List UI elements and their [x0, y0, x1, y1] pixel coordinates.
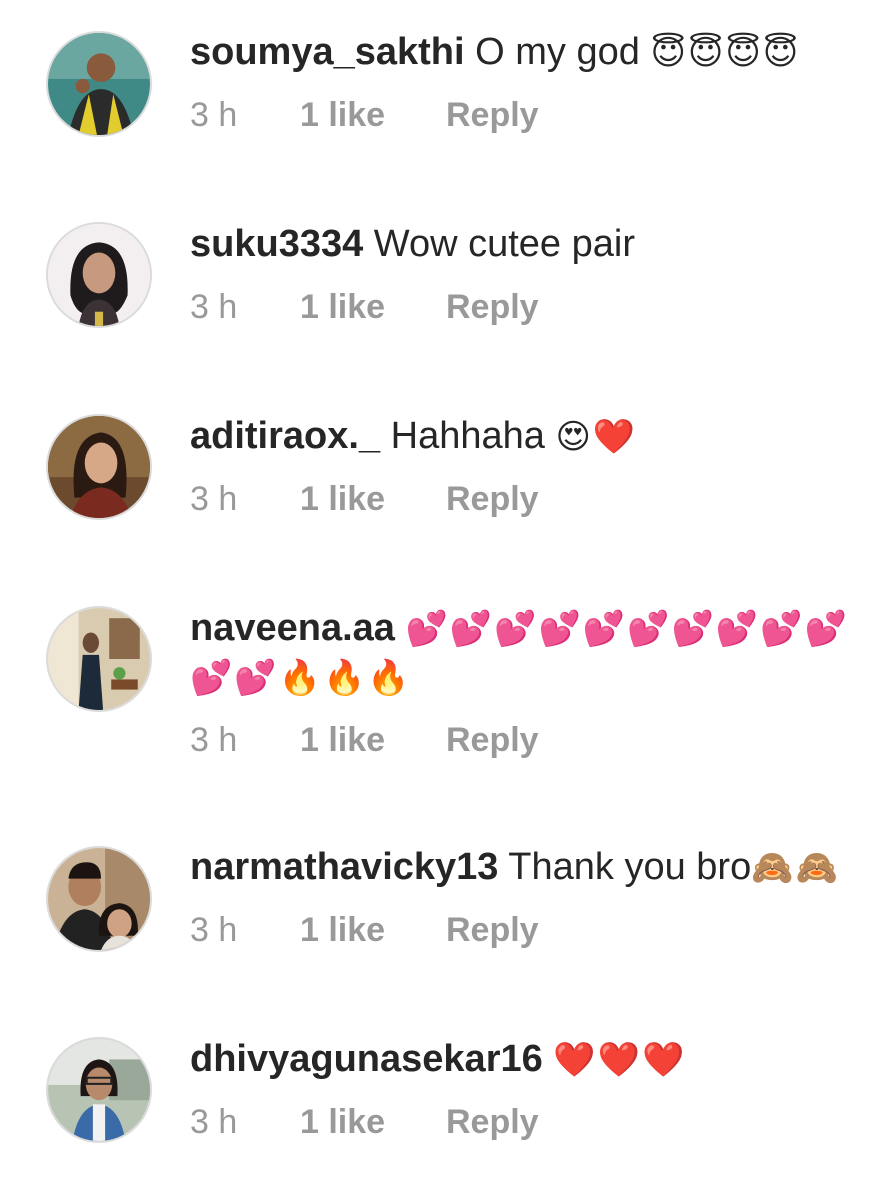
comment-username[interactable]: aditiraox._ [190, 415, 380, 457]
comment-username[interactable]: soumya_sakthi [190, 31, 465, 73]
comment-likes-link[interactable]: 1 like [300, 718, 385, 762]
comment-timestamp: 3 h [190, 911, 238, 949]
comment-timestamp: 3 h [190, 480, 238, 518]
avatar[interactable] [46, 222, 152, 328]
comment-timestamp: 3 h [190, 1103, 238, 1141]
avatar-image [48, 1039, 150, 1141]
avatar[interactable] [46, 846, 152, 952]
comment-likes-link[interactable]: 1 like [300, 908, 385, 952]
comment-username[interactable]: narmathavicky13 [190, 846, 498, 888]
comment-timestamp: 3 h [190, 96, 238, 134]
comment-timestamp: 3 h [190, 288, 238, 326]
comment-likes-link[interactable]: 1 like [300, 477, 385, 521]
comment-likes-link[interactable]: 1 like [300, 1100, 385, 1144]
comment-emojis: 😇😇😇😇 [650, 33, 801, 73]
comment-text: Thank you bro [508, 846, 752, 888]
comment-emojis: 😍❤️ [555, 417, 638, 457]
reply-button[interactable]: Reply [446, 1100, 539, 1144]
comment-text: Hahhaha [390, 415, 545, 457]
comment-emojis: 💕💕💕💕💕💕💕💕💕💕 [405, 609, 849, 649]
reply-button[interactable]: Reply [446, 285, 539, 329]
comment-text: Wow cutee pair [373, 223, 635, 265]
avatar-image [48, 224, 150, 326]
avatar[interactable] [46, 1037, 152, 1143]
avatar[interactable] [46, 606, 152, 712]
avatar[interactable] [46, 31, 152, 137]
reply-button[interactable]: Reply [446, 908, 539, 952]
avatar[interactable] [46, 414, 152, 520]
comment-emojis: ❤️❤️❤️ [553, 1040, 687, 1080]
comment-text: O my god [475, 31, 640, 73]
comment-emojis: 🙈🙈 [751, 848, 840, 888]
avatar-image [48, 608, 150, 710]
comment-username[interactable]: dhivyagunasekar16 [190, 1038, 543, 1080]
avatar-image [48, 33, 150, 135]
reply-button[interactable]: Reply [446, 477, 539, 521]
comment-likes-link[interactable]: 1 like [300, 285, 385, 329]
reply-button[interactable]: Reply [446, 93, 539, 137]
avatar-image [48, 416, 150, 518]
comment-emojis-continued: 💕💕🔥🔥🔥 [190, 658, 412, 698]
reply-button[interactable]: Reply [446, 718, 539, 762]
comment-likes-link[interactable]: 1 like [300, 93, 385, 137]
comment-timestamp: 3 h [190, 721, 238, 759]
comment-username[interactable]: naveena.aa [190, 607, 395, 649]
comment-username[interactable]: suku3334 [190, 223, 363, 265]
avatar-image [48, 848, 150, 950]
